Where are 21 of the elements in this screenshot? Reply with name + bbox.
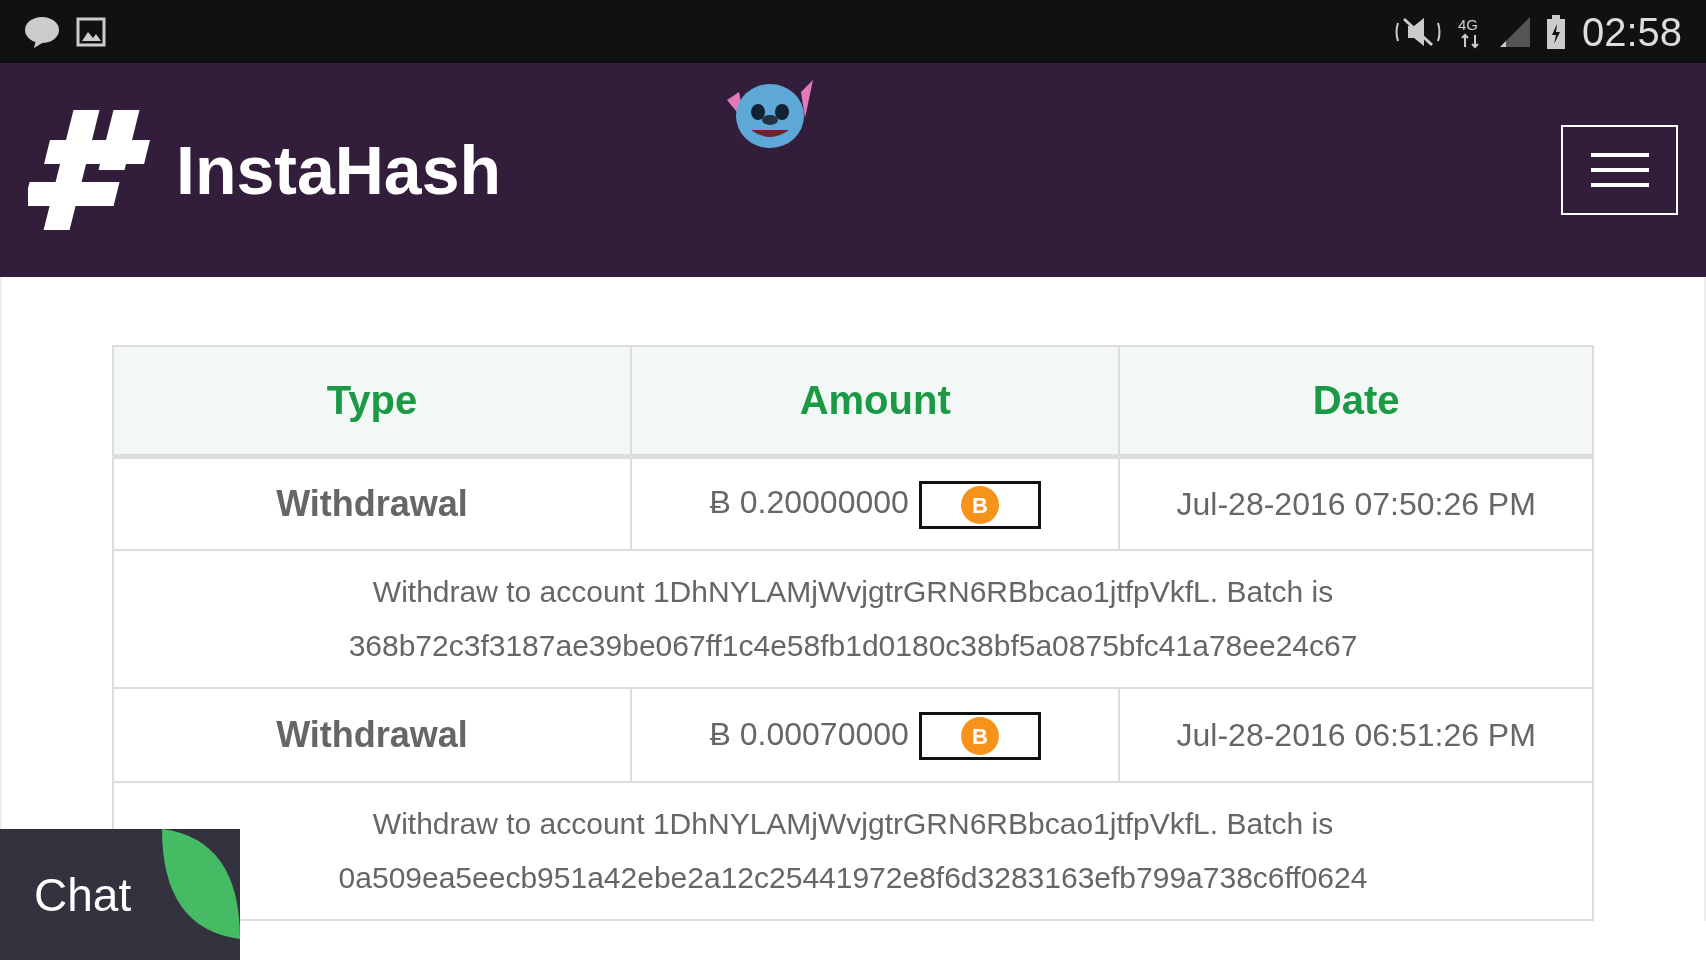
table-cell: Withdrawal — [113, 456, 631, 550]
image-icon — [76, 16, 106, 47]
table-cell: Withdraw to account 1DhNYLAMjWvjgtrGRN6RBbcao1jtfpVkfL. Batch is 368b72c3f3187ae39be067ff1c4e58fb1d0180c38bf5a0875bfc41a78ee24c67 — [113, 550, 1593, 688]
table-cell: Jul-28-2016 06:51:26 PM — [1119, 688, 1593, 782]
amount-text: Ƀ 0.00070000 — [709, 715, 909, 752]
column-header: Amount — [631, 346, 1120, 456]
column-header: Date — [1119, 346, 1593, 456]
signal-icon — [1499, 16, 1530, 47]
leaf-icon — [162, 829, 240, 939]
amount-text: Ƀ 0.20000000 — [709, 484, 909, 521]
bitcoin-icon: B — [959, 485, 1000, 525]
table-cell: Withdrawal — [113, 688, 631, 782]
chat-bubble-icon — [24, 15, 60, 48]
clock-time: 02:58 — [1581, 8, 1682, 56]
brand-name[interactable]: InstaHash — [176, 119, 501, 221]
column-header: Type — [113, 346, 631, 456]
menu-button[interactable] — [1561, 125, 1678, 215]
chat-widget[interactable]: Chat — [0, 829, 240, 960]
battery-icon — [1545, 14, 1566, 49]
table-cell: Jul-28-2016 07:50:26 PM — [1119, 456, 1593, 550]
bitcoin-icon: B — [959, 716, 1000, 757]
